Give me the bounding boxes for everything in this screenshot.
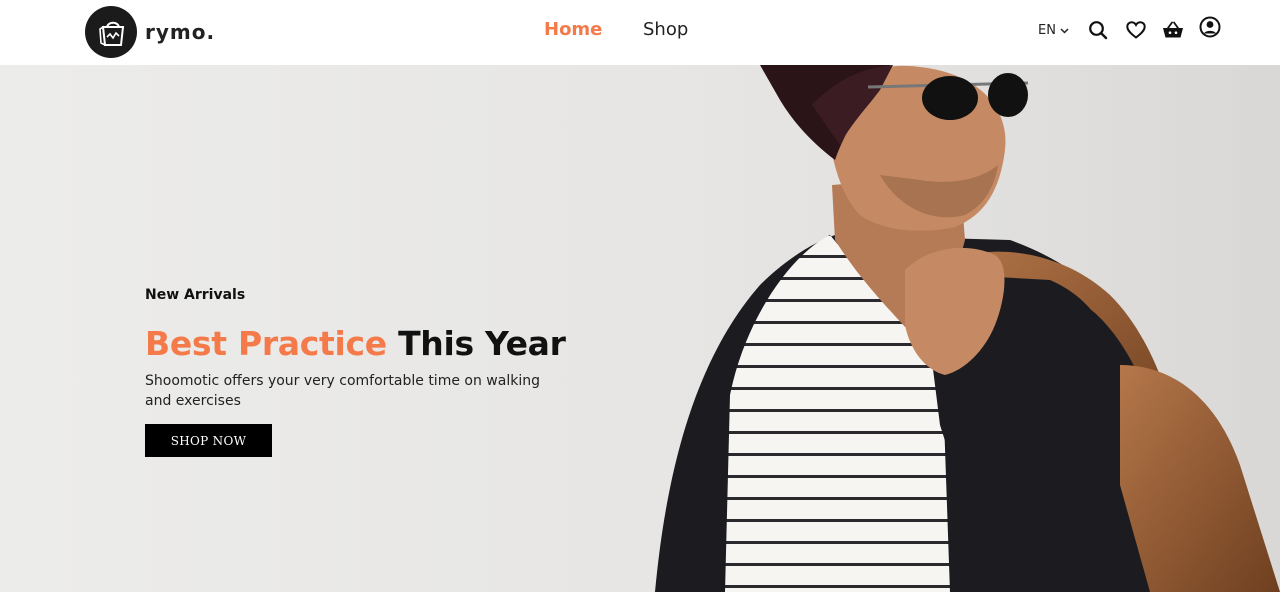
hero-headline: Best Practice This Year [145,324,566,363]
heart-icon[interactable] [1125,19,1147,41]
hero-banner: New Arrivals Best Practice This Year Sho… [0,65,1280,592]
shopping-bag-icon [85,6,137,58]
hero-subtext: Shoomotic offers your very comfortable t… [145,373,540,409]
language-selector[interactable]: EN [1038,21,1069,39]
nav-home[interactable]: Home [544,17,602,43]
site-header: rymo. Home Shop EN [0,0,1280,65]
search-icon[interactable] [1087,19,1109,41]
logo[interactable]: rymo. [85,6,215,58]
chevron-down-icon [1060,23,1069,38]
headline-rest: This Year [386,324,566,363]
hero-eyebrow: New Arrivals [145,287,246,303]
language-label: EN [1038,22,1056,38]
user-icon[interactable] [1199,16,1221,38]
brand-name: rymo. [145,20,216,44]
basket-icon[interactable] [1162,19,1184,41]
shop-now-button[interactable]: SHOP NOW [145,424,272,457]
headline-accent: Best Practice [145,324,387,363]
nav-shop[interactable]: Shop [643,17,688,43]
